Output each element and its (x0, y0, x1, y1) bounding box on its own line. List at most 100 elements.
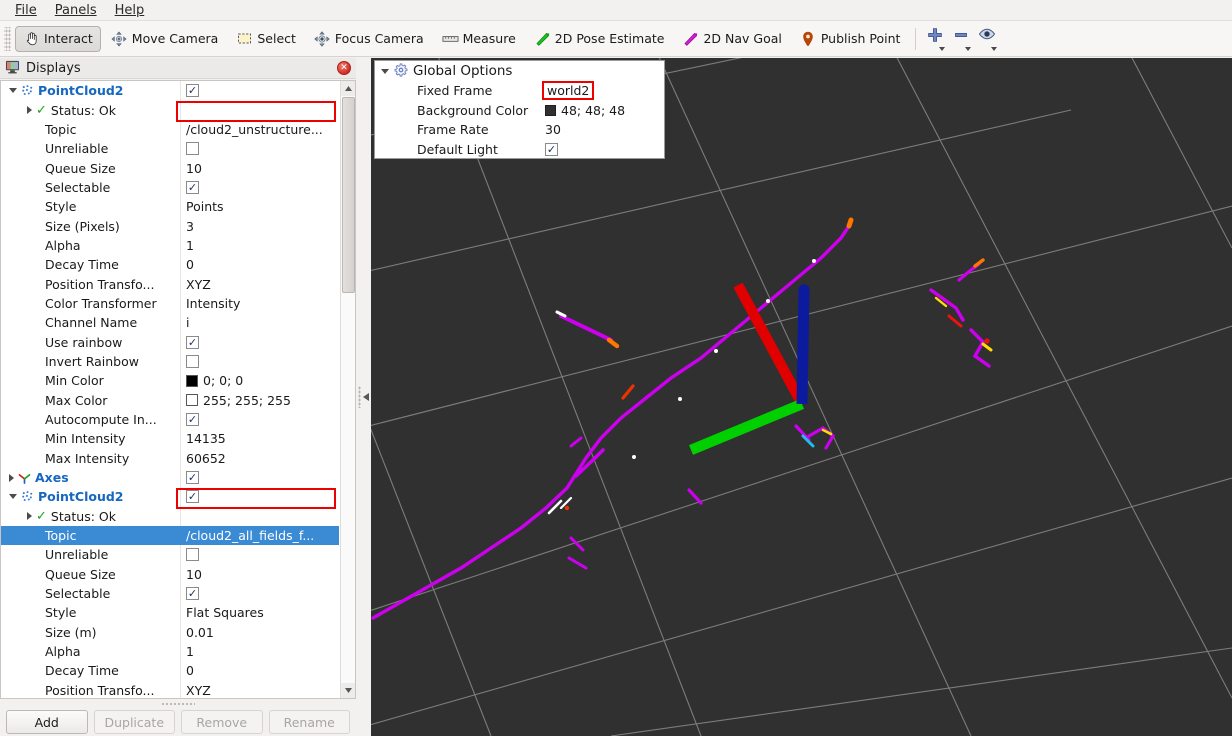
dock-splitter[interactable] (356, 58, 371, 736)
scrollbar-thumb[interactable] (342, 97, 355, 293)
toolbar-grip[interactable] (4, 27, 11, 51)
property-row[interactable]: Position Transfo...XYZ (1, 274, 339, 293)
property-value-cell[interactable]: 0; 0; 0 (180, 371, 339, 390)
property-checkbox[interactable] (186, 548, 199, 561)
property-value-cell[interactable]: ✓ (180, 410, 339, 429)
color-swatch[interactable] (186, 375, 198, 387)
property-checkbox[interactable]: ✓ (186, 336, 199, 349)
property-value-cell[interactable]: 1 (180, 236, 339, 255)
property-row[interactable]: Position Transfo...XYZ (1, 681, 339, 698)
displays-property-list[interactable]: PointCloud2✓✓Status: OkTopic/cloud2_unst… (0, 80, 356, 699)
fixed-frame-value[interactable]: world2 (542, 81, 594, 100)
chevron-right-icon[interactable] (9, 474, 14, 482)
chevron-down-icon[interactable] (381, 69, 389, 74)
chevron-right-icon[interactable] (27, 512, 32, 520)
property-row[interactable]: Topic/cloud2_unstructure... (1, 120, 339, 139)
property-value-cell[interactable]: i (180, 313, 339, 332)
display-item-pointcloud2[interactable]: PointCloud2✓ (1, 487, 339, 506)
property-value-cell[interactable]: /cloud2_unstructure... (180, 120, 339, 139)
property-checkbox[interactable] (186, 142, 199, 155)
property-row[interactable]: Topic/cloud2_all_fields_f... (1, 526, 339, 545)
property-row[interactable]: Queue Size10 (1, 158, 339, 177)
property-value-cell[interactable]: 10 (180, 158, 339, 177)
property-row[interactable]: Size (Pixels)3 (1, 216, 339, 235)
global-option-fixed-frame[interactable]: Fixed Frame world2 (375, 81, 664, 101)
property-value-cell[interactable]: 10 (180, 565, 339, 584)
tool-2d-pose-estimate[interactable]: 2D Pose Estimate (526, 26, 673, 52)
property-value-cell[interactable]: 0 (180, 661, 339, 680)
property-row[interactable]: Color TransformerIntensity (1, 294, 339, 313)
property-value-cell[interactable] (180, 100, 339, 119)
tool-2d-nav-goal[interactable]: 2D Nav Goal (674, 26, 789, 52)
global-options-header[interactable]: Global Options (375, 61, 664, 81)
property-value-cell[interactable]: Points (180, 197, 339, 216)
property-row[interactable]: StylePoints (1, 197, 339, 216)
property-value-cell[interactable]: Flat Squares (180, 603, 339, 622)
property-row[interactable]: Channel Namei (1, 313, 339, 332)
3d-viewport[interactable] (371, 58, 1232, 736)
property-row[interactable]: Selectable✓ (1, 584, 339, 603)
scroll-up-arrow[interactable] (341, 81, 356, 96)
eye-icon-button[interactable] (974, 25, 1000, 53)
global-option-background-color[interactable]: Background Color 48; 48; 48 (375, 101, 664, 121)
property-row[interactable]: Decay Time0 (1, 255, 339, 274)
property-value-cell[interactable]: ✓ (180, 332, 339, 351)
property-row[interactable]: Alpha1 (1, 236, 339, 255)
add-button[interactable]: Add (6, 710, 88, 734)
chevron-right-icon[interactable] (27, 106, 32, 114)
default-light-checkbox[interactable]: ✓ (545, 143, 558, 156)
property-value-cell[interactable]: ✓ (180, 468, 339, 487)
property-value-cell[interactable]: XYZ (180, 274, 339, 293)
menu-help[interactable]: Help (106, 1, 154, 20)
property-value-cell[interactable]: ✓ (180, 584, 339, 603)
property-checkbox[interactable] (186, 355, 199, 368)
tool-move-camera[interactable]: Move Camera (103, 26, 227, 52)
global-options-panel[interactable]: Global Options Fixed Frame world2 Backgr… (374, 60, 665, 159)
property-row[interactable]: Max Color255; 255; 255 (1, 391, 339, 410)
tool-publish-point[interactable]: Publish Point (792, 26, 909, 52)
close-icon[interactable]: ✕ (337, 61, 351, 75)
property-row[interactable]: Size (m)0.01 (1, 623, 339, 642)
chevron-down-icon[interactable] (9, 88, 17, 93)
property-row[interactable]: StyleFlat Squares (1, 603, 339, 622)
property-value-cell[interactable]: ✓ (180, 81, 339, 100)
property-value-cell[interactable]: 1 (180, 642, 339, 661)
property-checkbox[interactable]: ✓ (186, 471, 199, 484)
property-row[interactable]: Use rainbow✓ (1, 332, 339, 351)
property-checkbox[interactable]: ✓ (186, 84, 199, 97)
property-value-cell[interactable]: 3 (180, 216, 339, 235)
property-value-cell[interactable]: /cloud2_all_fields_f... (180, 526, 339, 545)
displays-scrollbar[interactable] (340, 81, 355, 698)
property-row[interactable]: ✓Status: Ok (1, 507, 339, 526)
property-value-cell[interactable]: 0.01 (180, 623, 339, 642)
property-row[interactable]: Unreliable (1, 545, 339, 564)
property-row[interactable]: Selectable✓ (1, 178, 339, 197)
property-row[interactable]: Queue Size10 (1, 565, 339, 584)
property-value-cell[interactable] (180, 507, 339, 526)
tool-measure[interactable]: Measure (434, 26, 524, 52)
menu-file[interactable]: File (6, 1, 46, 20)
scroll-down-arrow[interactable] (341, 683, 356, 698)
tool-focus-camera[interactable]: Focus Camera (306, 26, 432, 52)
collapse-left-arrow-icon[interactable] (363, 393, 369, 401)
property-value-cell[interactable] (180, 352, 339, 371)
property-value-cell[interactable]: 255; 255; 255 (180, 391, 339, 410)
property-row[interactable]: Alpha1 (1, 642, 339, 661)
property-value-cell[interactable] (180, 545, 339, 564)
plus-icon-button[interactable] (922, 25, 948, 53)
minus-icon-button[interactable] (948, 25, 974, 53)
property-value-cell[interactable]: XYZ (180, 681, 339, 698)
global-option-frame-rate[interactable]: Frame Rate 30 (375, 120, 664, 140)
display-item-pointcloud2[interactable]: PointCloud2✓ (1, 81, 339, 100)
property-value-cell[interactable]: 14135 (180, 429, 339, 448)
property-value-cell[interactable] (180, 139, 339, 158)
property-row[interactable]: Invert Rainbow (1, 352, 339, 371)
property-checkbox[interactable]: ✓ (186, 413, 199, 426)
global-option-default-light[interactable]: Default Light ✓ (375, 140, 664, 160)
property-value-cell[interactable]: 60652 (180, 449, 339, 468)
property-checkbox[interactable]: ✓ (186, 181, 199, 194)
display-item-axes[interactable]: Axes✓ (1, 468, 339, 487)
property-row[interactable]: Min Color0; 0; 0 (1, 371, 339, 390)
property-row[interactable]: Decay Time0 (1, 661, 339, 680)
chevron-down-icon[interactable] (9, 494, 17, 499)
